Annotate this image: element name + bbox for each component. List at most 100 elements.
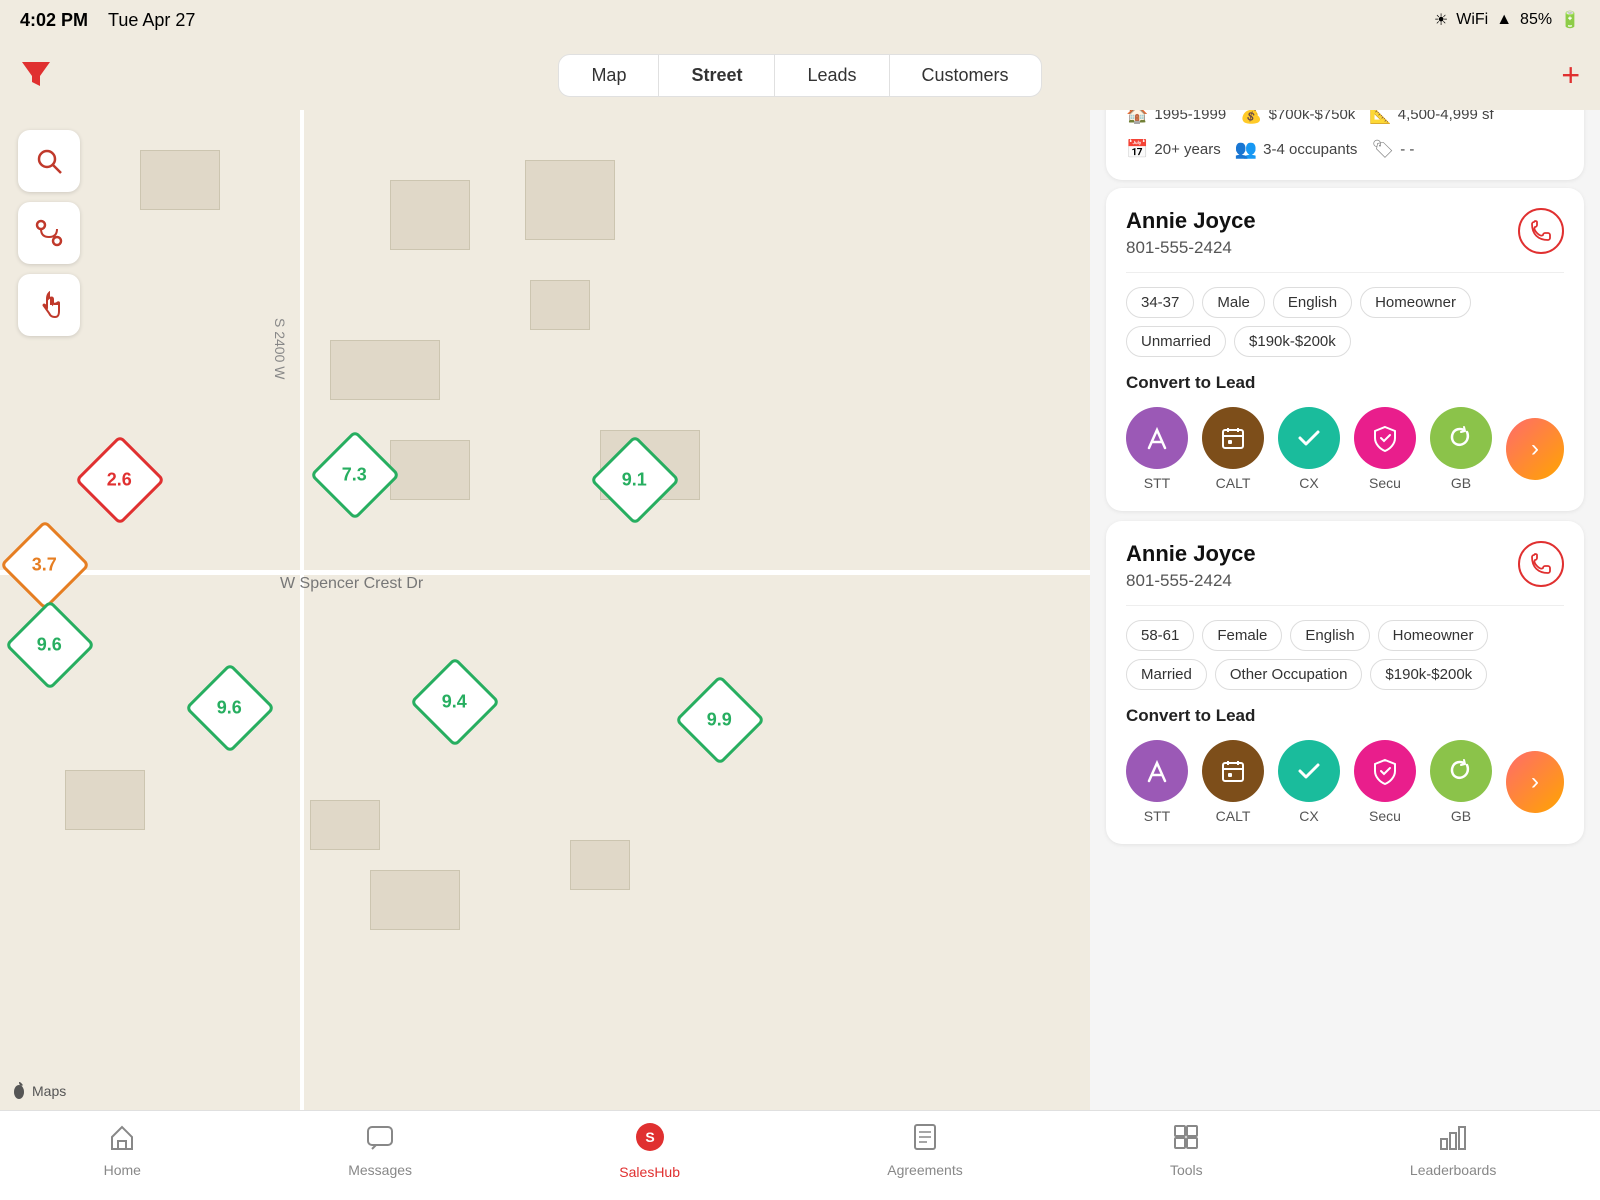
secu-svg-2	[1371, 757, 1399, 785]
person-card-1: Annie Joyce 801-555-2424 34-37 Male Engl…	[1106, 188, 1584, 511]
marker-9.1[interactable]: 9.1	[603, 448, 667, 512]
marker-2.6[interactable]: 2.6	[88, 448, 152, 512]
wifi-icon: WiFi	[1456, 11, 1488, 29]
marker-3.7[interactable]: 3.7	[13, 533, 77, 597]
marker-9.6-bottom[interactable]: 9.6	[198, 676, 262, 740]
more-button-1[interactable]: ›	[1506, 418, 1564, 480]
nav-agreements[interactable]: Agreements	[887, 1123, 962, 1178]
phone-icon-2	[1530, 553, 1552, 575]
residence-age: 20+ years	[1154, 141, 1220, 158]
person-2-call-button[interactable]	[1518, 541, 1564, 587]
nav-messages[interactable]: Messages	[348, 1123, 412, 1178]
tag-marital-2: Married	[1126, 659, 1207, 690]
calt-svg	[1219, 424, 1247, 452]
tab-customers[interactable]: Customers	[890, 55, 1041, 96]
touch-icon	[35, 291, 63, 319]
extra-icon: 🏷	[1371, 139, 1394, 160]
nav-tools-label: Tools	[1170, 1162, 1203, 1178]
nav-saleshub[interactable]: S SalesHub	[619, 1121, 680, 1180]
cx-button-1[interactable]: CX	[1278, 407, 1340, 491]
tools-icon	[1172, 1123, 1200, 1158]
agreements-icon	[911, 1123, 939, 1158]
tag-occupation-2: Other Occupation	[1215, 659, 1363, 690]
touch-tool-button[interactable]	[18, 274, 80, 336]
search-tool-button[interactable]	[18, 130, 80, 192]
gb-svg	[1447, 424, 1475, 452]
route-tool-button[interactable]	[18, 202, 80, 264]
action-buttons-2: STT CALT	[1126, 740, 1564, 824]
building-10	[370, 870, 460, 930]
extra-value: - -	[1400, 141, 1414, 158]
marker-9.9[interactable]: 9.9	[688, 688, 752, 752]
tab-map[interactable]: Map	[559, 55, 659, 96]
stt-label-1: STT	[1144, 475, 1170, 491]
add-button[interactable]: +	[1561, 57, 1580, 94]
battery-level: 85%	[1520, 11, 1552, 29]
gb-label-2: GB	[1451, 808, 1471, 824]
meta-occupants: 👥 3-4 occupants	[1235, 139, 1358, 160]
secu-icon-1	[1354, 407, 1416, 469]
tag-income-2: $190k-$200k	[1370, 659, 1487, 690]
status-time: 4:02 PM	[20, 10, 88, 31]
nav-leaderboards-label: Leaderboards	[1410, 1162, 1496, 1178]
nav-tools[interactable]: Tools	[1170, 1123, 1203, 1178]
top-nav: Map Street Leads Customers +	[0, 40, 1600, 110]
agreements-svg	[911, 1123, 939, 1151]
gb-button-1[interactable]: GB	[1430, 407, 1492, 491]
secu-svg	[1371, 424, 1399, 452]
person-2-phone: 801-555-2424	[1126, 571, 1256, 591]
filter-icon	[20, 58, 52, 90]
maps-watermark: Maps	[10, 1082, 66, 1100]
calt-label-2: CALT	[1216, 808, 1251, 824]
building-3	[525, 160, 615, 240]
tag-income-1: $190k-$200k	[1234, 326, 1351, 357]
route-icon	[35, 219, 63, 247]
calt-button-2[interactable]: CALT	[1202, 740, 1264, 824]
nav-messages-label: Messages	[348, 1162, 412, 1178]
more-button-2[interactable]: ›	[1506, 751, 1564, 813]
person-2-tags: 58-61 Female English Homeowner Married O…	[1126, 620, 1564, 690]
convert-label-1: Convert to Lead	[1126, 373, 1564, 393]
marker-9.6-topleft[interactable]: 9.6	[18, 613, 82, 677]
calt-icon-2	[1202, 740, 1264, 802]
building-9	[310, 800, 380, 850]
secu-button-2[interactable]: Secu	[1354, 740, 1416, 824]
stt-button-1[interactable]: STT	[1126, 407, 1188, 491]
map-tools-left	[18, 130, 80, 336]
person-1-call-button[interactable]	[1518, 208, 1564, 254]
calt-button-1[interactable]: CALT	[1202, 407, 1264, 491]
gb-button-2[interactable]: GB	[1430, 740, 1492, 824]
nav-leaderboards[interactable]: Leaderboards	[1410, 1123, 1496, 1178]
person-1-tags: 34-37 Male English Homeowner Unmarried $…	[1126, 287, 1564, 357]
nav-home[interactable]: Home	[104, 1123, 141, 1178]
secu-button-1[interactable]: Secu	[1354, 407, 1416, 491]
filter-button[interactable]	[20, 58, 52, 93]
marker-7.3-active[interactable]: 7.3	[323, 443, 387, 507]
tag-housing-1: Homeowner	[1360, 287, 1471, 318]
address-meta: 🏠 1995-1999 💰 $700k-$750k 📐 4,500-4,999 …	[1126, 104, 1564, 160]
nav-home-label: Home	[104, 1162, 141, 1178]
cx-button-2[interactable]: CX	[1278, 740, 1340, 824]
occupants-value: 3-4 occupants	[1263, 141, 1357, 158]
marker-9.4[interactable]: 9.4	[423, 670, 487, 734]
secu-icon-2	[1354, 740, 1416, 802]
person-2-header: Annie Joyce 801-555-2424	[1126, 541, 1564, 606]
stt-button-2[interactable]: STT	[1126, 740, 1188, 824]
cx-label-2: CX	[1299, 808, 1318, 824]
nav-tabs: Map Street Leads Customers	[558, 54, 1041, 97]
tab-street[interactable]: Street	[659, 55, 775, 96]
building-4	[530, 280, 590, 330]
tab-leads[interactable]: Leads	[775, 55, 889, 96]
person-2-name: Annie Joyce	[1126, 541, 1256, 567]
convert-label-2: Convert to Lead	[1126, 706, 1564, 726]
status-date: Tue Apr 27	[108, 10, 195, 31]
phone-icon-1	[1530, 220, 1552, 242]
meta-age: 📅 20+ years	[1126, 139, 1221, 160]
cx-label-1: CX	[1299, 475, 1318, 491]
road-vertical-1	[300, 110, 304, 1110]
messages-icon	[366, 1123, 394, 1158]
road-horizontal-spencer	[0, 570, 1160, 575]
nav-saleshub-label: SalesHub	[619, 1164, 680, 1180]
occupants-icon: 👥	[1235, 139, 1257, 160]
battery-icon: 🔋	[1560, 10, 1580, 30]
